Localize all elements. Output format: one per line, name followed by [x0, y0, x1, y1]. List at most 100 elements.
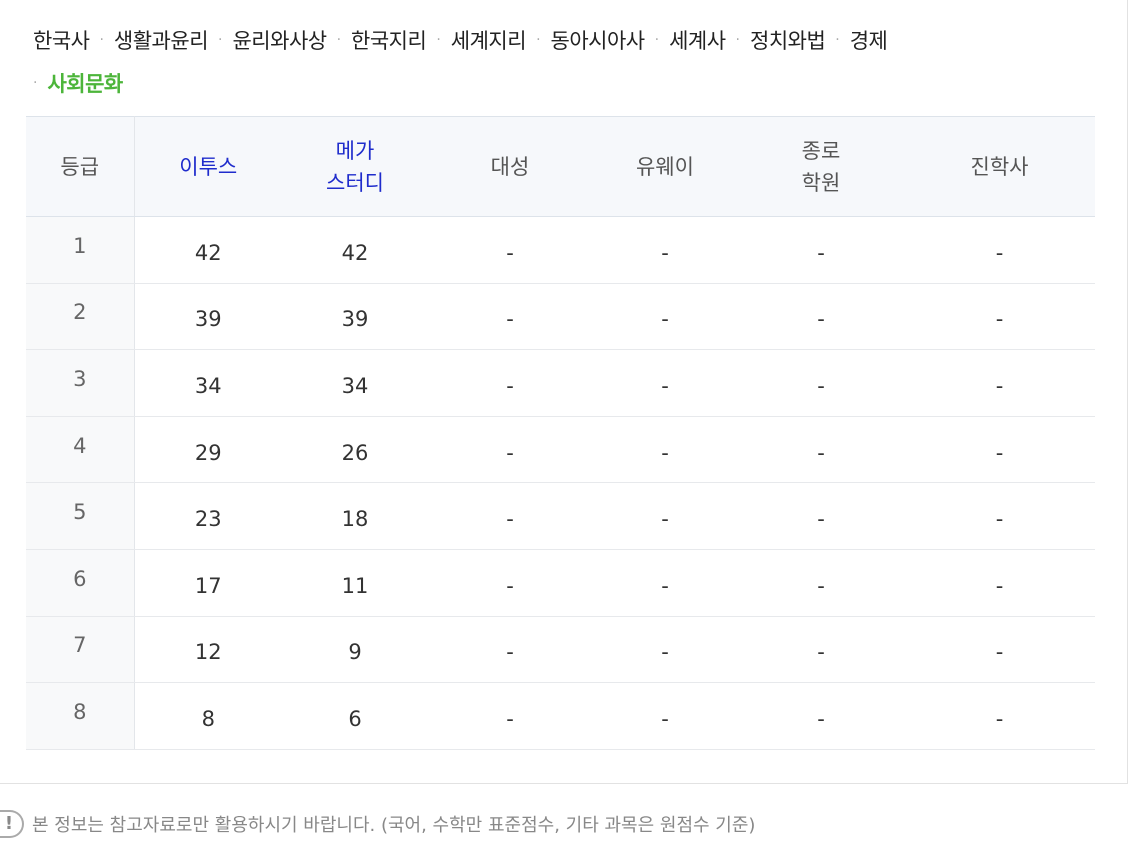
header-megastudy-line2: 스터디	[326, 170, 384, 195]
grade-cell: 4	[26, 416, 135, 484]
subject-tabs: 한국사 · 생활과윤리 · 윤리와사상 · 한국지리 · 세계지리 · 동아시아사 · 세계사 · 정치와법…	[26, 20, 1106, 106]
uway-cell: -	[592, 482, 738, 550]
table-row: 7 12 9 - - - -	[26, 616, 1095, 684]
daesung-cell: -	[428, 349, 592, 417]
megastudy-cell: 39	[282, 283, 428, 351]
daesung-cell: -	[428, 482, 592, 550]
grade-cell: 3	[26, 349, 135, 417]
header-megastudy-line1: 메가	[335, 138, 375, 163]
header-jongro-line2: 학원	[801, 170, 841, 195]
uway-cell: -	[592, 216, 738, 284]
table-row: 3 34 34 - - - -	[26, 349, 1095, 417]
jinhak-cell: -	[904, 216, 1095, 284]
grade-cell: 2	[26, 283, 135, 351]
subject-tab-world-geography[interactable]: 세계지리	[451, 20, 527, 62]
jinhak-cell: -	[904, 416, 1095, 484]
etoos-cell: 29	[134, 416, 282, 484]
header-megastudy[interactable]: 메가스터디	[282, 116, 428, 217]
megastudy-cell: 11	[282, 549, 428, 617]
jongro-cell: -	[738, 616, 904, 684]
etoos-cell: 34	[134, 349, 282, 417]
footnote: 본 정보는 참고자료로만 활용하시기 바랍니다. (국어, 수학만 표준점수, …	[0, 810, 755, 838]
etoos-cell: 23	[134, 482, 282, 550]
jongro-cell: -	[738, 549, 904, 617]
daesung-cell: -	[428, 283, 592, 351]
jongro-cell: -	[738, 482, 904, 550]
separator-dot: ·	[654, 32, 660, 48]
separator-dot: ·	[218, 32, 223, 48]
jinhak-cell: -	[904, 482, 1095, 550]
grade-cell: 1	[26, 216, 135, 284]
etoos-cell: 8	[134, 682, 282, 750]
daesung-cell: -	[428, 682, 592, 750]
table-row: 6 17 11 - - - -	[26, 549, 1095, 617]
separator-dot: ·	[33, 75, 38, 91]
etoos-cell: 12	[134, 616, 282, 684]
jinhak-cell: -	[904, 349, 1095, 417]
daesung-cell: -	[428, 616, 592, 684]
uway-cell: -	[592, 682, 738, 750]
separator-dot: ·	[835, 32, 840, 48]
subject-tab-ethics-thought[interactable]: 윤리와사상	[232, 20, 327, 62]
header-grade: 등급	[26, 116, 135, 217]
footnote-text: 본 정보는 참고자료로만 활용하시기 바랍니다. (국어, 수학만 표준점수, …	[32, 815, 756, 836]
header-jongro-line1: 종로	[801, 138, 841, 163]
daesung-cell: -	[428, 216, 592, 284]
etoos-cell: 17	[134, 549, 282, 617]
table-row: 1 42 42 - - - -	[26, 216, 1095, 284]
megastudy-cell: 34	[282, 349, 428, 417]
subject-tab-society-culture[interactable]: 사회문화	[47, 63, 123, 105]
grade-cut-table: 등급 이투스 메가 스터디 대성 유웨이 종로 학원 진학사 1 42 42 - -…	[26, 116, 1095, 750]
megastudy-cell: 26	[282, 416, 428, 484]
uway-cell: -	[592, 549, 738, 617]
megastudy-cell: 9	[282, 616, 428, 684]
subject-tab-east-asian-history[interactable]: 동아시아사	[551, 20, 646, 62]
jinhak-cell: -	[904, 549, 1095, 617]
jongro-cell: -	[738, 216, 904, 284]
table-row: 2 39 39 - - - -	[26, 283, 1095, 351]
subject-tab-korean-geography[interactable]: 한국지리	[351, 20, 427, 62]
uway-cell: -	[592, 283, 738, 351]
megastudy-cell: 6	[282, 682, 428, 750]
jongro-cell: -	[738, 416, 904, 484]
grade-cut-panel: 한국사 · 생활과윤리 · 윤리와사상 · 한국지리 · 세계지리 · 동아시아사 · 세계사 · 정치와법…	[0, 0, 1128, 784]
uway-cell: -	[592, 349, 738, 417]
etoos-cell: 39	[134, 283, 282, 351]
grade-cell: 6	[26, 549, 135, 617]
uway-cell: -	[592, 616, 738, 684]
header-jongro: 종로학원	[738, 116, 904, 217]
megastudy-cell: 42	[282, 216, 428, 284]
megastudy-cell: 18	[282, 482, 428, 550]
grade-cell: 5	[26, 482, 135, 550]
jongro-cell: -	[738, 349, 904, 417]
separator-dot: ·	[99, 32, 104, 48]
daesung-cell: -	[428, 416, 592, 484]
separator-dot: ·	[536, 32, 541, 48]
header-daesung: 대성	[428, 116, 592, 217]
exclamation-circle-icon	[0, 810, 24, 838]
separator-dot: ·	[336, 32, 342, 48]
etoos-cell: 42	[134, 216, 282, 284]
header-etoos[interactable]: 이투스	[134, 116, 282, 217]
table-row: 5 23 18 - - - -	[26, 482, 1095, 550]
table-row: 4 29 26 - - - -	[26, 416, 1095, 484]
table-header-row: 등급 이투스 메가스터디 대성 유웨이 종로학원 진학사	[26, 116, 1095, 217]
subject-tab-world-history[interactable]: 세계사	[669, 20, 726, 62]
daesung-cell: -	[428, 549, 592, 617]
table-row: 8 8 6 - - - -	[26, 682, 1095, 750]
subject-tab-life-ethics[interactable]: 생활과윤리	[114, 20, 209, 62]
jongro-cell: -	[738, 682, 904, 750]
jinhak-cell: -	[904, 283, 1095, 351]
grade-cell: 7	[26, 616, 135, 684]
subject-tab-economics[interactable]: 경제	[850, 20, 888, 62]
header-jinhak: 진학사	[904, 116, 1095, 217]
jongro-cell: -	[738, 283, 904, 351]
jinhak-cell: -	[904, 616, 1095, 684]
subject-tab-korean-history[interactable]: 한국사	[33, 20, 90, 62]
subject-tab-politics-law[interactable]: 정치와법	[750, 20, 826, 62]
grade-cell: 8	[26, 682, 135, 750]
separator-dot: ·	[735, 32, 740, 48]
header-uway: 유웨이	[592, 116, 738, 217]
uway-cell: -	[592, 416, 738, 484]
separator-dot: ·	[436, 32, 441, 48]
